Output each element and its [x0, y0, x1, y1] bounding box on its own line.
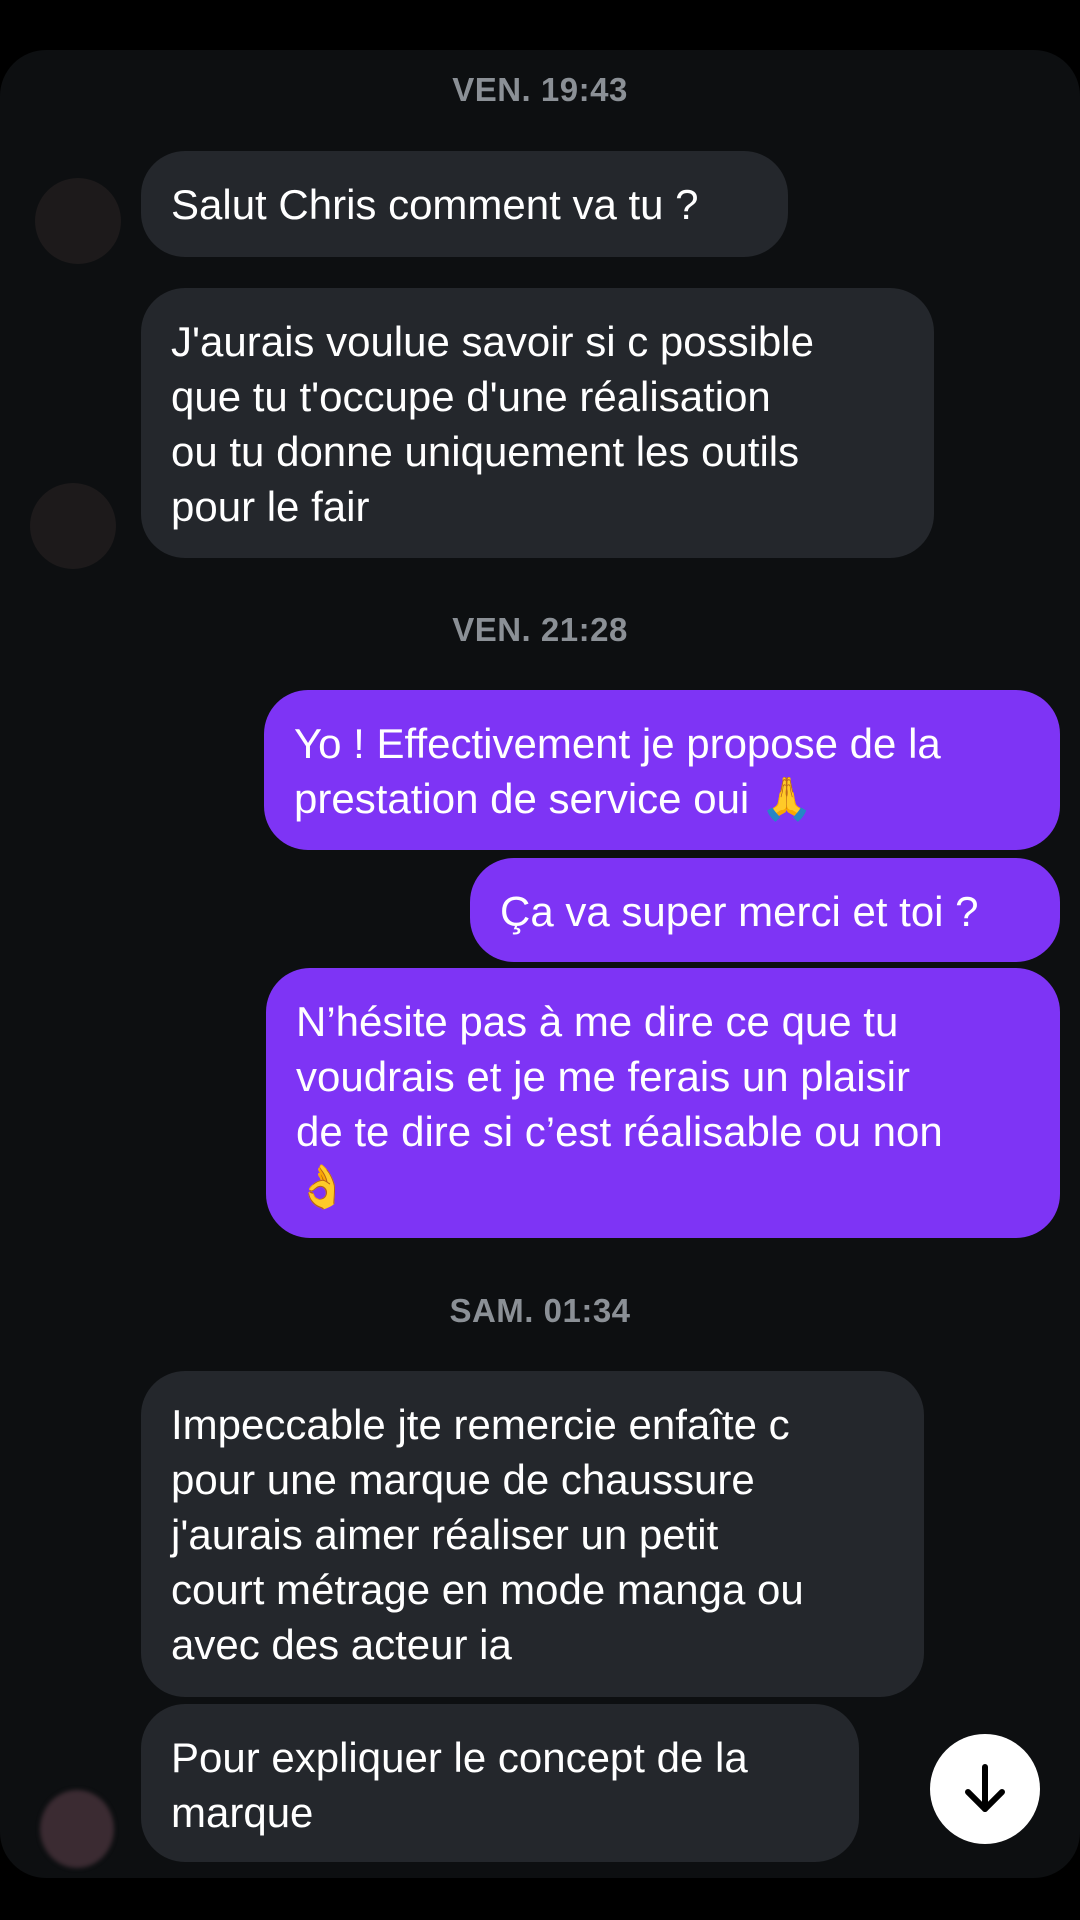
outgoing-message[interactable]: N’hésite pas à me dire ce que tu voudrai…: [266, 968, 1060, 1238]
timestamp: VEN. 19:43: [452, 71, 628, 108]
timestamp: SAM. 01:34: [449, 1292, 631, 1329]
outgoing-message[interactable]: Yo ! Effectivement je propose de la pres…: [264, 690, 1060, 850]
avatar[interactable]: [30, 483, 116, 569]
arrow-down-icon: [965, 1764, 1005, 1812]
incoming-message[interactable]: Salut Chris comment va tu ?: [141, 151, 788, 257]
timestamp: VEN. 21:28: [452, 611, 628, 648]
avatar[interactable]: [35, 178, 121, 264]
outgoing-message[interactable]: Ça va super merci et toi ?: [470, 858, 1060, 962]
incoming-message[interactable]: Impeccable jte remercie enfaîte c pour u…: [141, 1371, 924, 1697]
incoming-message[interactable]: Pour expliquer le concept de la marque: [141, 1704, 859, 1862]
incoming-message[interactable]: J'aurais voulue savoir si c possible que…: [141, 288, 934, 558]
avatar[interactable]: [40, 1790, 114, 1868]
scroll-down-button[interactable]: [930, 1734, 1040, 1844]
